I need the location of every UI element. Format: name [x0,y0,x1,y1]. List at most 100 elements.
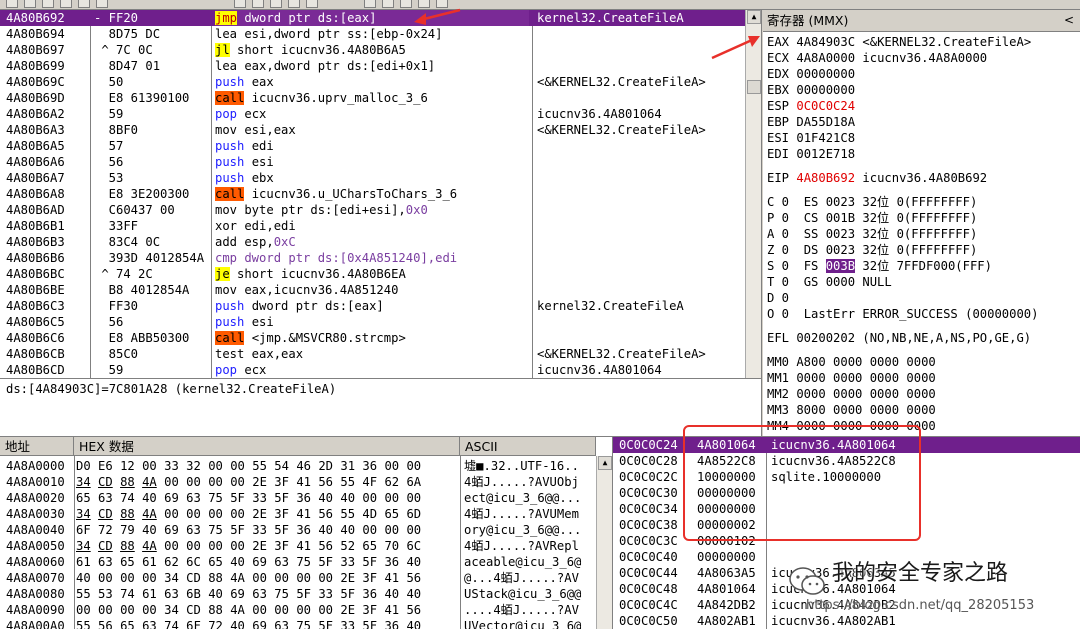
dump-row[interactable]: 4A8A0090 00 00 00 00 34 CD 88 4A 00 00 00… [0,602,612,618]
disasm-row[interactable]: 4A80B69D E8 61390100 call icucnv36.uprv_m… [0,90,745,106]
register-value[interactable]: DA55D18A [796,115,855,129]
toolbar-button[interactable] [382,0,394,8]
flag[interactable]: O 0 [767,307,804,321]
dump-header-hex[interactable]: HEX 数据 [74,437,460,456]
disasm-comment: kernel32.CreateFileA [537,11,684,25]
toolbar-button[interactable] [252,0,264,8]
register-value[interactable]: 00000000 [796,67,855,81]
toolbar-button[interactable] [96,0,108,8]
stack-row[interactable]: 0C0C0C4C 4A842DB2 icucnv36.4A842DB2 [613,597,1080,613]
toolbar-button[interactable] [6,0,18,8]
register-value[interactable]: 0C0C0C24 [796,99,855,113]
toolbar-button[interactable] [24,0,36,8]
dump-row[interactable]: 4A8A0030 34 CD 88 4A 00 00 00 00 2E 3F 41… [0,506,612,522]
disasm-row[interactable]: 4A80B69C 50 push eax <&KERNEL32.CreateFile… [0,74,745,90]
dump-byte: 63 [274,555,289,569]
dump-byte: 55 [76,587,91,601]
dump-row[interactable]: 4A8A0050 34 CD 88 4A 00 00 00 00 2E 3F 41… [0,538,612,554]
info-line: ds:[4A84903C]=7C801A28 (kernel32.CreateF… [0,378,762,436]
dump-byte: 32 [186,459,201,473]
memory-dump-pane[interactable]: 地址 HEX 数据 ASCII ▲ 4A8A0000 D0 E6 12 00 33… [0,436,612,629]
disasm-row[interactable]: 4A80B699 8D47 01 lea eax,dword ptr ds:[ed… [0,58,745,74]
dump-row[interactable]: 4A8A0060 61 63 65 61 62 6C 65 40 69 63 75… [0,554,612,570]
disasm-row[interactable]: 4A80B694 8D75 DC lea esi,dword ptr ss:[eb… [0,26,745,42]
segment-value[interactable]: 003B [825,259,856,273]
disasm-row[interactable]: 4A80B697 ^ 7C 0C jl short icucnv36.4A80B6… [0,42,745,58]
disasm-row[interactable]: 4A80B6C3 FF30 push dword ptr ds:[eax] kern… [0,298,745,314]
toolbar-button[interactable] [400,0,412,8]
flag[interactable]: T 0 [767,275,804,289]
scroll-thumb[interactable] [747,80,761,94]
stack-row[interactable]: 0C0C0C44 4A8063A5 icucnv36.4A8063A5 [613,565,1080,581]
toolbar-button[interactable] [78,0,90,8]
register-value[interactable]: 00000000 [796,83,855,97]
disasm-row[interactable]: 4A80B6A7 53 push ebx [0,170,745,186]
toolbar-button[interactable] [306,0,318,8]
disasm-row[interactable]: 4A80B6A2 59 pop ecx icucnv36.4A801064 [0,106,745,122]
toolbar-button[interactable] [436,0,448,8]
dump-byte: 33 [318,587,334,601]
toolbar-button[interactable] [270,0,282,8]
dump-row[interactable]: 4A8A00A0 55 56 65 63 74 6F 72 40 69 63 75… [0,618,612,629]
dump-byte: 5F [230,523,245,537]
stack-row[interactable]: 0C0C0C40 00000000 [613,549,1080,565]
flag[interactable]: A 0 [767,227,804,241]
disasm-row[interactable]: 4A80B6CD 59 pop ecx icucnv36.4A801064 [0,362,745,378]
dump-row[interactable]: 4A8A0020 65 63 74 40 69 63 75 5F 33 5F 36… [0,490,612,506]
disasm-row[interactable]: 4A80B6C5 56 push esi [0,314,745,330]
flag[interactable]: P 0 [767,211,804,225]
dump-header-address[interactable]: 地址 [0,437,74,456]
toolbar-button[interactable] [60,0,72,8]
disasm-hex: ^ 74 2C [94,267,153,281]
disasm-row[interactable]: 4A80B6B6 393D 4012854A cmp dword ptr ds:[… [0,250,745,266]
collapse-icon[interactable]: < [1064,12,1074,28]
disasm-row[interactable]: 4A80B692 - FF20 jmp dword ptr ds:[eax] kern… [0,10,745,26]
flag-row: A 0 SS 0023 32位 0(FFFFFFFF) [767,226,977,242]
dump-row[interactable]: 4A8A0010 34 CD 88 4A 00 00 00 00 2E 3F 41… [0,474,612,490]
register-value[interactable]: 4A80B692 [796,171,855,185]
disasm-row[interactable]: 4A80B6AD C60437 00 mov byte ptr ds:[edi+e… [0,202,745,218]
disassembly-scrollbar[interactable]: ▲ [745,10,761,378]
dump-byte: 65 [384,507,400,521]
dump-header-ascii[interactable]: ASCII [460,437,596,456]
dump-row[interactable]: 4A8A0080 55 53 74 61 63 6B 40 69 63 75 5F… [0,586,612,602]
flag[interactable]: Z 0 [767,243,804,257]
register-value[interactable]: 0012E718 [796,147,855,161]
stack-row[interactable]: 0C0C0C48 4A801064 icucnv36.4A801064 [613,581,1080,597]
toolbar-button[interactable] [288,0,300,8]
register-value[interactable]: 01F421C8 [796,131,855,145]
toolbar-button[interactable] [418,0,430,8]
disasm-instruction: mov eax,icucnv36.4A851240 [215,282,529,298]
toolbar-button[interactable] [364,0,376,8]
stack-comment: icucnv36.4A8063A5 [771,566,896,580]
scroll-up-icon[interactable]: ▲ [747,10,761,24]
toolbar-button[interactable] [42,0,54,8]
dump-row[interactable]: 4A8A0070 40 00 00 00 34 CD 88 4A 00 00 00… [0,570,612,586]
disasm-row[interactable]: 4A80B6CB 85C0 test eax,eax <&KERNEL32.Crea… [0,346,745,362]
disasm-row[interactable]: 4A80B6A3 8BF0 mov esi,eax <&KERNEL32.Creat… [0,122,745,138]
disasm-row[interactable]: 4A80B6BE B8 4012854A mov eax,icucnv36.4A8… [0,282,745,298]
toolbar-button[interactable] [234,0,246,8]
flag[interactable]: S 0 [767,259,804,273]
disasm-row[interactable]: 4A80B6A6 56 push esi [0,154,745,170]
disasm-row[interactable]: 4A80B6BC ^ 74 2C je short icucnv36.4A80B6… [0,266,745,282]
disasm-row[interactable]: 4A80B6B3 83C4 0C add esp,0xC [0,234,745,250]
register-value[interactable]: 4A8A0000 [796,51,855,65]
dump-byte: 6A [406,475,422,489]
dump-row[interactable]: 4A8A0040 6F 72 79 40 69 63 75 5F 33 5F 36… [0,522,612,538]
disasm-address: 4A80B6C3 [6,299,65,313]
register-value[interactable]: 4A84903C [796,35,855,49]
flag[interactable]: C 0 [767,195,804,209]
registers-pane[interactable]: 寄存器 (MMX) < EAX 4A84903C <&KERNEL32.Crea… [763,10,1080,436]
stack-value: 4A802AB1 [697,614,756,628]
disasm-row[interactable]: 4A80B6A8 E8 3E200300 call icucnv36.u_UCha… [0,186,745,202]
dump-row[interactable]: 4A8A0000 D0 E6 12 00 33 32 00 00 55 54 46… [0,458,612,474]
stack-row[interactable]: 0C0C0C50 4A802AB1 icucnv36.4A802AB1 [613,613,1080,629]
disasm-row[interactable]: 4A80B6C6 E8 ABB50300 call <jmp.&MSVCR80.s… [0,330,745,346]
disasm-row[interactable]: 4A80B6A5 57 push edi [0,138,745,154]
disasm-address: 4A80B6C6 [6,331,65,345]
dump-hex: 61 63 65 61 62 6C 65 40 69 63 75 5F 33 5… [76,554,460,570]
disasm-row[interactable]: 4A80B6B1 33FF xor edi,edi [0,218,745,234]
flag[interactable]: D 0 [767,291,804,305]
disassembly-pane[interactable]: ▲ 4A80B692 - FF20 jmp dword ptr ds:[eax] ke… [0,10,762,378]
